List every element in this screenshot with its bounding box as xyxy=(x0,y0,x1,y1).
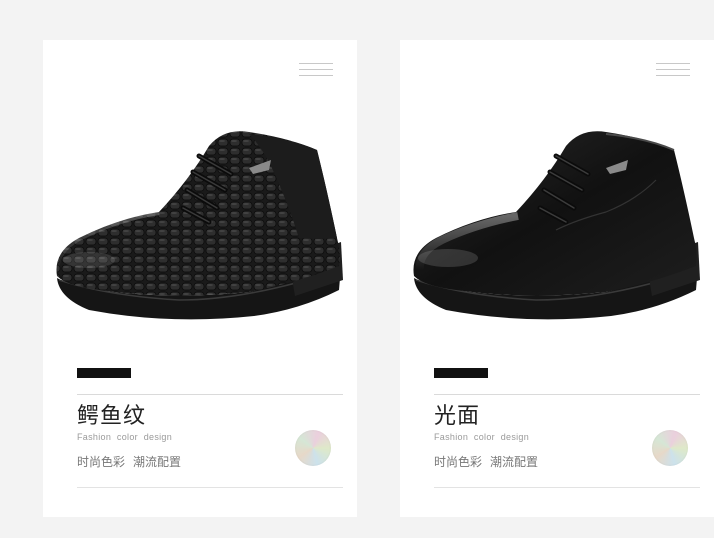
accent-bar xyxy=(77,368,131,378)
accent-bar xyxy=(434,368,488,378)
subtitle-chinese: 时尚色彩 潮流配置 xyxy=(77,453,181,470)
product-card-smooth[interactable]: 光面 Fashion color design 时尚色彩 潮流配置 xyxy=(400,40,714,517)
color-swatch-icon xyxy=(652,430,688,466)
subtitle-chinese-part-a: 时尚色彩 xyxy=(77,455,126,469)
menu-icon[interactable] xyxy=(299,62,333,78)
subtitle-chinese-part-b: 潮流配置 xyxy=(490,455,539,469)
smooth-boot-image xyxy=(413,131,700,320)
subtitle-chinese: 时尚色彩 潮流配置 xyxy=(434,453,538,470)
subtitle-english: Fashion color design xyxy=(434,432,530,442)
product-variant-title: 光面 xyxy=(434,404,481,429)
menu-icon[interactable] xyxy=(656,62,690,78)
subtitle-chinese-part-a: 时尚色彩 xyxy=(434,455,483,469)
subtitle-chinese-part-b: 潮流配置 xyxy=(133,455,182,469)
crocodile-boot-image xyxy=(53,131,343,320)
divider xyxy=(77,487,343,488)
divider xyxy=(434,487,700,488)
product-variant-title: 鳄鱼纹 xyxy=(77,404,147,429)
divider xyxy=(434,394,700,395)
divider xyxy=(77,394,343,395)
subtitle-english: Fashion color design xyxy=(77,432,173,442)
product-card-crocodile[interactable]: 鳄鱼纹 Fashion color design 时尚色彩 潮流配置 xyxy=(43,40,357,517)
color-swatch-icon xyxy=(295,430,331,466)
